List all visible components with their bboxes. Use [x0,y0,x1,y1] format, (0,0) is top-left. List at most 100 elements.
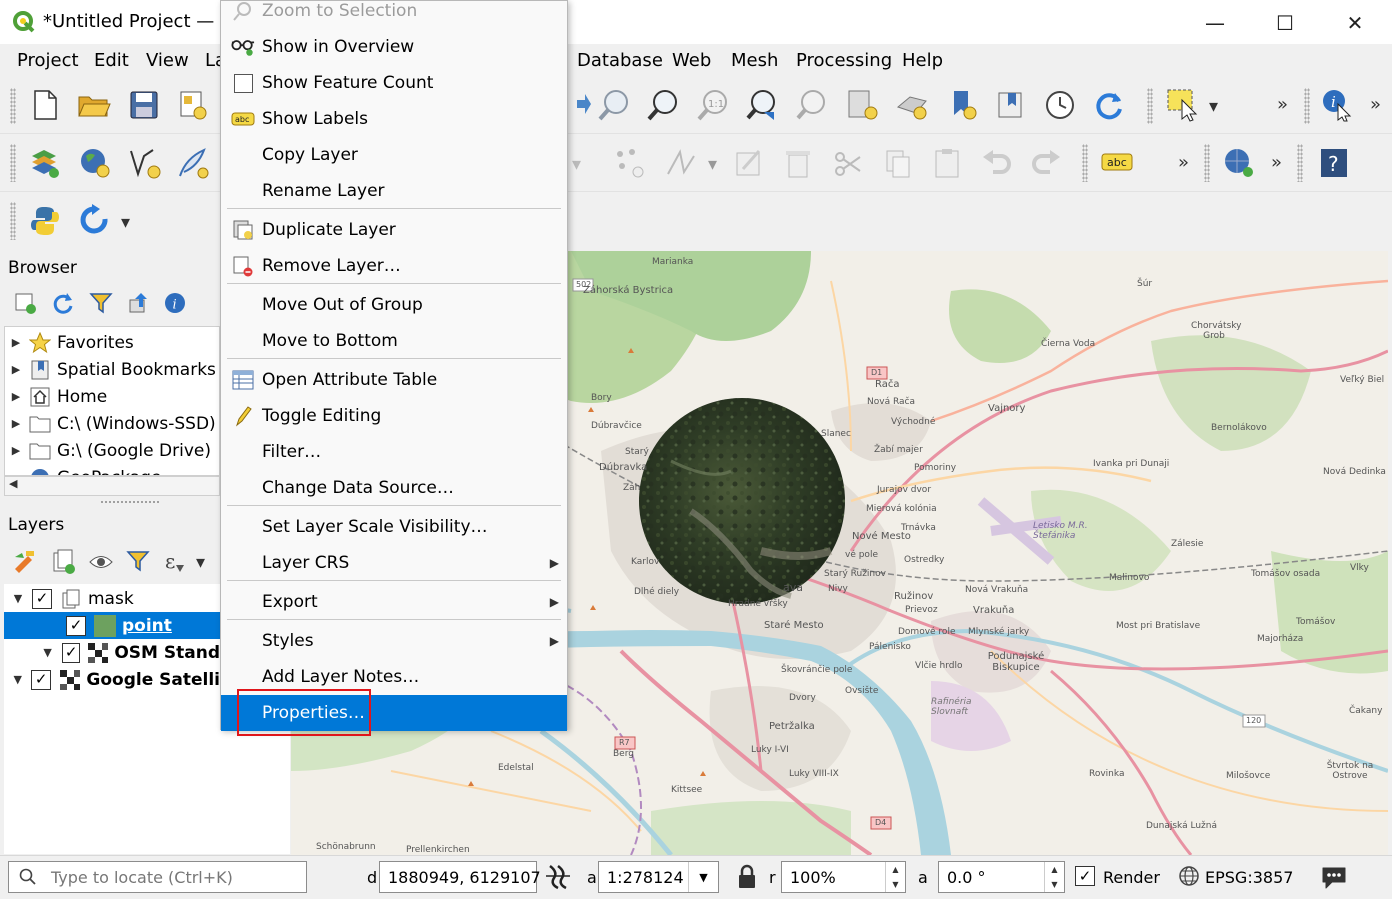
pan-to-selection-icon[interactable] [566,88,600,122]
lock-scale-icon[interactable] [736,864,760,890]
magnifier-spinbox[interactable]: 100% ▲ ▼ [781,861,906,893]
menu-item-remove-layer[interactable]: Remove Layer… [221,248,567,284]
vertex-tool-icon[interactable] [612,146,646,180]
menu-item-copy-layer[interactable]: Copy Layer [221,137,567,173]
toolbar-overflow-icon[interactable]: » [1370,94,1381,115]
minimize-button[interactable]: — [1192,8,1238,38]
menu-item-duplicate-layer[interactable]: Duplicate Layer [221,212,567,248]
menu-processing[interactable]: Processing [796,50,892,71]
zoom-native-icon[interactable]: 1:1 [696,88,730,122]
menu-item-move-out-of-group[interactable]: Move Out of Group [221,287,567,323]
cut-features-icon[interactable] [831,146,865,180]
open-project-icon[interactable] [77,88,111,122]
menu-edit[interactable]: Edit [94,50,129,71]
menu-database[interactable]: Database [577,50,663,71]
rotation-spinbox[interactable]: 0.0 ° ▲ ▼ [938,861,1065,893]
python-console-icon[interactable] [28,204,62,238]
toolbar-overflow-icon[interactable]: » [1277,94,1288,115]
menu-item-set-layer-scale-visibility[interactable]: Set Layer Scale Visibility… [221,509,567,545]
plugin-refresh-icon[interactable] [78,204,112,238]
layer-visibility-checkbox[interactable]: ✓ [66,615,86,636]
chevron-down-icon[interactable]: ▾ [708,154,717,175]
layer-visibility-checkbox[interactable]: ✓ [32,588,52,609]
browser-item-geopackage[interactable]: GeoPackage [5,464,162,475]
zoom-last-icon[interactable] [746,88,780,122]
new-shapefile-layer-icon[interactable] [128,146,162,180]
data-source-manager-icon[interactable] [28,146,62,180]
expand-arrow-icon[interactable]: ▶ [5,336,27,349]
menu-item-open-attribute-table[interactable]: Open Attribute Table [221,362,567,398]
scale-combobox[interactable]: 1:278124 ▼ [598,861,719,893]
toolbar-grip[interactable] [10,144,16,182]
collapse-all-icon[interactable] [124,286,154,320]
browser-item-favorites[interactable]: ▶ Favorites [5,329,134,356]
help-icon[interactable]: ? [1317,146,1351,180]
copy-features-icon[interactable] [881,146,915,180]
layer-item-google-satellite[interactable]: ▼ ✓ Google Satelli [4,666,220,693]
menu-item-move-to-bottom[interactable]: Move to Bottom [221,323,567,359]
toolbar-grip[interactable] [10,88,16,124]
spin-arrows-icon[interactable]: ▲ ▼ [1044,862,1064,892]
filter-browser-icon[interactable] [86,286,116,320]
new-spatial-bookmark-icon[interactable] [946,88,980,122]
add-wms-layer-icon[interactable] [78,146,112,180]
close-button[interactable]: ✕ [1332,8,1378,38]
add-globe-layer-icon[interactable] [1222,146,1256,180]
toolbar-grip[interactable] [1304,88,1310,124]
crs-globe-icon[interactable] [1178,865,1202,887]
menu-help[interactable]: Help [902,50,943,71]
delete-selected-icon[interactable] [781,146,815,180]
new-print-layout-icon[interactable] [176,88,210,122]
menu-item-change-data-source[interactable]: Change Data Source… [221,470,567,506]
open-layer-styling-icon[interactable] [10,545,40,579]
layer-visibility-checkbox[interactable]: ✓ [31,669,51,690]
chevron-down-icon[interactable]: ▾ [572,154,581,175]
collapse-arrow-icon[interactable]: ▼ [4,646,62,659]
add-group-icon[interactable] [48,545,78,579]
menu-item-show-in-overview[interactable]: Show in Overview [221,29,567,65]
scroll-left-icon[interactable]: ◀ [9,477,17,490]
messages-icon[interactable] [1320,864,1348,890]
info-icon[interactable]: i [160,286,190,320]
collapse-arrow-icon[interactable]: ▼ [4,592,32,605]
menu-item-export[interactable]: Export ▶ [221,584,567,620]
locator-search-box[interactable]: Type to locate (Ctrl+K) [8,861,307,893]
menu-item-filter[interactable]: Filter… [221,434,567,470]
expand-arrow-icon[interactable]: ▶ [5,444,27,457]
zoom-next-icon[interactable] [796,88,830,122]
menu-item-rename-layer[interactable]: Rename Layer [221,173,567,209]
toolbar-grip[interactable] [1297,144,1303,182]
menu-web[interactable]: Web [672,50,711,71]
maximize-button[interactable]: ☐ [1262,8,1308,38]
menu-item-show-feature-count[interactable]: Show Feature Count [221,65,567,101]
menu-item-layer-crs[interactable]: Layer CRS ▶ [221,545,567,581]
zoom-out-icon[interactable] [646,88,680,122]
render-checkbox[interactable]: ✓ [1075,866,1095,886]
collapse-arrow-icon[interactable]: ▼ [4,673,31,686]
toggle-extents-icon[interactable] [544,862,572,890]
layer-item-mask[interactable]: ▼ ✓ mask [4,585,220,612]
filter-legend-icon[interactable] [124,545,154,579]
manage-visibility-icon[interactable] [86,545,116,579]
expand-arrow-icon[interactable]: ▶ [5,363,27,376]
undo-icon[interactable] [980,146,1014,180]
toolbar-grip[interactable] [1147,88,1153,124]
toolbar-grip[interactable] [1204,144,1210,182]
browser-item-c-drive[interactable]: ▶ C:\ (Windows-SSD) [5,410,216,437]
select-features-icon[interactable] [1166,88,1200,122]
new-project-icon[interactable] [28,88,62,122]
digitize-feather-icon[interactable] [176,146,210,180]
layer-visibility-checkbox[interactable]: ✓ [61,642,81,663]
expand-arrow-icon[interactable]: ▶ [5,390,27,403]
add-selected-layers-icon[interactable] [10,286,40,320]
browser-horizontal-scrollbar[interactable]: ◀ [4,476,220,496]
crs-button[interactable]: EPSG:3857 [1205,868,1293,887]
coordinate-field[interactable]: 1880949, 6129107 [379,861,541,893]
toolbar-grip[interactable] [1082,144,1088,182]
identify-features-icon[interactable]: i [1320,88,1354,122]
zoom-in-icon[interactable] [597,88,631,122]
edit-attributes-icon[interactable] [732,146,766,180]
toolbar-overflow-icon[interactable]: » [1178,152,1189,173]
paste-features-icon[interactable] [930,146,964,180]
browser-item-home[interactable]: ▶ Home [5,383,107,410]
